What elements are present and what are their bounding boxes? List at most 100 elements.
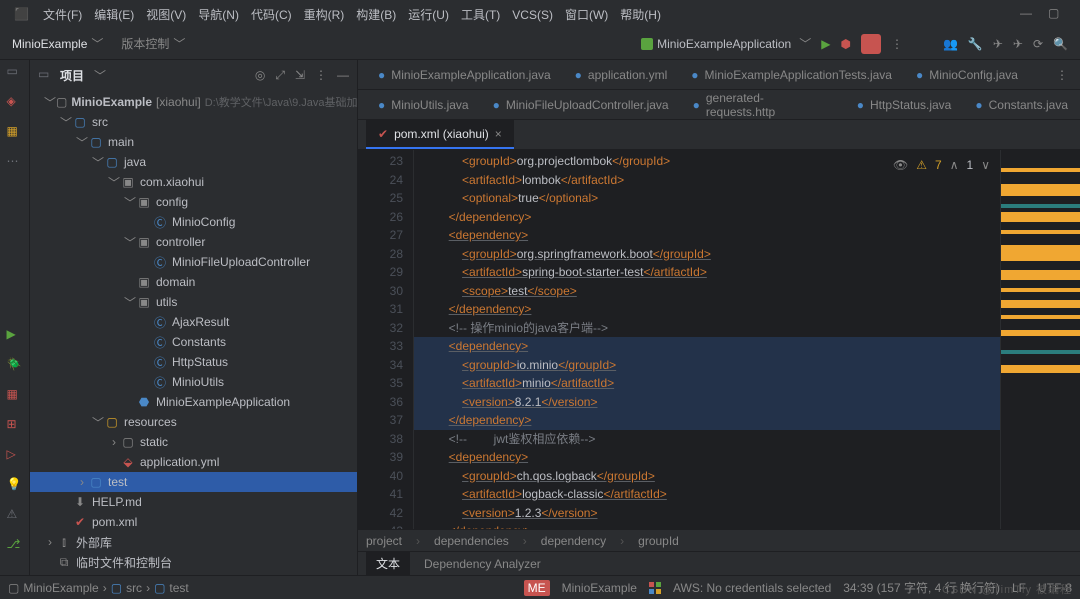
crumb[interactable]: dependency [541, 534, 606, 548]
profiler-tool-icon[interactable]: ⊞ [7, 417, 23, 433]
menu-item[interactable]: 导航(N) [192, 4, 245, 26]
menu-item[interactable]: 帮助(H) [614, 4, 667, 26]
structure-breadcrumb[interactable]: project›dependencies›dependency›groupId [358, 529, 1080, 551]
status-aws[interactable]: AWS: No credentials selected [673, 581, 831, 595]
menu-item[interactable]: 运行(U) [402, 4, 455, 26]
tree-row[interactable]: ⒸHttpStatus [30, 352, 357, 372]
send-icon[interactable]: ✈ [993, 37, 1003, 51]
nav-breadcrumb[interactable]: ▢MinioExample› ▢src› ▢test [8, 581, 189, 595]
code-line[interactable]: </dependency> [414, 522, 1000, 529]
code-line[interactable]: <artifactId>logback-classic</artifactId> [414, 485, 1000, 504]
code-line[interactable]: <dependency> [414, 337, 1000, 356]
menu-item[interactable]: 工具(T) [455, 4, 506, 26]
run-tool-icon[interactable]: ▶ [7, 327, 23, 343]
project-tree[interactable]: ﹀▢ MinioExample [xiaohui] D:\教学文件\Java\9… [30, 90, 357, 575]
editor-tab[interactable]: ●MinioFileUploadController.java [481, 90, 681, 119]
tree-row[interactable]: ⒸConstants [30, 332, 357, 352]
code-line[interactable]: <!-- jwt鉴权相应依赖--> [414, 430, 1000, 449]
code-line[interactable]: <optional>true</optional> [414, 189, 1000, 208]
menu-item[interactable]: 代码(C) [245, 4, 298, 26]
code-line[interactable]: <groupId>io.minio</groupId> [414, 356, 1000, 375]
tree-row[interactable]: ⬙application.yml [30, 452, 357, 472]
editor-tab-active[interactable]: ✔ pom.xml (xiaohui) × [366, 120, 514, 149]
tree-row[interactable]: ⒸAjaxResult [30, 312, 357, 332]
sub-tab-dependency-analyzer[interactable]: Dependency Analyzer [414, 553, 551, 575]
menu-item[interactable]: 重构(R) [298, 4, 351, 26]
tree-row[interactable]: ﹀▢java [30, 152, 357, 172]
project-selector[interactable]: MinioExample [12, 37, 87, 51]
structure-tool-icon[interactable]: ▦ [7, 124, 23, 140]
maximize-icon[interactable]: ▢ [1048, 6, 1064, 22]
tree-row[interactable]: ﹀▣controller [30, 232, 357, 252]
project-tool-icon[interactable]: ▭ [7, 64, 23, 80]
crumb[interactable]: groupId [638, 534, 679, 548]
code-line[interactable]: <scope>test</scope> [414, 282, 1000, 301]
tree-row[interactable]: ▣domain [30, 272, 357, 292]
code-line[interactable]: <artifactId>minio</artifactId> [414, 374, 1000, 393]
editor-tab[interactable]: ●MinioConfig.java [904, 60, 1030, 89]
terminal-tool-icon[interactable]: ▷ [7, 447, 23, 463]
ai-icon[interactable]: ✈ [1013, 37, 1023, 51]
editor-tab[interactable]: ●HttpStatus.java [845, 90, 964, 119]
code-line[interactable]: </dependency> [414, 208, 1000, 227]
run-configuration[interactable]: MinioExampleApplication﹀ [641, 35, 811, 52]
editor-tab[interactable]: ●MinioExampleApplication.java [366, 60, 563, 89]
stop-button[interactable] [861, 34, 881, 54]
tree-root[interactable]: ﹀▢ MinioExample [xiaohui] D:\教学文件\Java\9… [30, 92, 357, 112]
collapse-icon[interactable]: ⇲ [295, 68, 305, 83]
tree-row[interactable]: ›⫾外部库 [30, 532, 357, 552]
editor-tab[interactable]: ●MinioUtils.java [366, 90, 481, 119]
tree-row[interactable]: ⒸMinioConfig [30, 212, 357, 232]
tree-row[interactable]: ›▢static [30, 432, 357, 452]
tree-row[interactable]: ⬇HELP.md [30, 492, 357, 512]
debug-tool-icon[interactable]: 🪲 [7, 357, 23, 373]
code-line[interactable]: <groupId>org.springframework.boot</group… [414, 245, 1000, 264]
tree-row[interactable]: ﹀▢resources [30, 412, 357, 432]
code-line[interactable]: <dependency> [414, 226, 1000, 245]
editor-tab[interactable]: ●Constants.java [963, 90, 1080, 119]
menu-item[interactable]: 窗口(W) [559, 4, 614, 26]
services-tool-icon[interactable]: ▦ [7, 387, 23, 403]
tree-row[interactable]: ﹀▣config [30, 192, 357, 212]
vcs-selector[interactable]: 版本控制 [121, 35, 169, 52]
code-line[interactable]: <artifactId>spring-boot-starter-test</ar… [414, 263, 1000, 282]
tree-row[interactable]: ﹀▢src [30, 112, 357, 132]
tree-row[interactable]: ✔pom.xml [30, 512, 357, 532]
tree-row[interactable]: ﹀▣utils [30, 292, 357, 312]
tabs-more-icon[interactable]: ⋮ [1044, 68, 1080, 82]
code-line[interactable]: </dependency> [414, 300, 1000, 319]
tree-row[interactable]: ⒸMinioFileUploadController [30, 252, 357, 272]
code-line[interactable]: </dependency> [414, 411, 1000, 430]
bulb-tool-icon[interactable]: 💡 [7, 477, 23, 493]
expand-icon[interactable]: ⤢ [275, 68, 285, 83]
search-icon[interactable]: 🔍 [1053, 37, 1068, 51]
code-editor[interactable]: 23242526▶27282930313233💡3435363738▶39404… [358, 150, 1080, 529]
code-line[interactable]: <!-- 操作minio的java客户端--> [414, 319, 1000, 338]
sub-tab-text[interactable]: 文本 [366, 551, 410, 575]
code-line[interactable]: <version>1.2.3</version> [414, 504, 1000, 523]
editor-tab[interactable]: ●generated-requests.http [681, 90, 845, 119]
refresh-icon[interactable]: ⟳ [1033, 37, 1043, 51]
run-button[interactable]: ▶ [821, 37, 830, 51]
problems-tool-icon[interactable]: ⚠ [7, 507, 23, 523]
editor-tab[interactable]: ●MinioExampleApplicationTests.java [679, 60, 904, 89]
code-body[interactable]: 👁 ⚠7 ∧1 ∨ <groupId>org.projectlombok</gr… [414, 150, 1000, 529]
code-with-me-icon[interactable]: 👥 [943, 37, 958, 51]
menu-item[interactable]: 编辑(E) [88, 4, 140, 26]
close-tab-icon[interactable]: × [495, 127, 502, 141]
inspections-widget[interactable]: 👁 ⚠7 ∧1 ∨ [889, 154, 994, 177]
crumb[interactable]: dependencies [434, 534, 509, 548]
menu-item[interactable]: 视图(V) [140, 4, 192, 26]
code-line[interactable]: <dependency> [414, 448, 1000, 467]
tree-row[interactable]: ⒸMinioUtils [30, 372, 357, 392]
code-line[interactable]: <version>8.2.1</version> [414, 393, 1000, 412]
error-stripe[interactable] [1000, 150, 1080, 529]
tree-row[interactable]: ⬣MinioExampleApplication [30, 392, 357, 412]
menu-item[interactable]: 构建(B) [350, 4, 402, 26]
menu-item[interactable]: 文件(F) [37, 4, 88, 26]
tree-row[interactable]: ﹀▢main [30, 132, 357, 152]
hide-icon[interactable]: — [337, 68, 349, 83]
tree-row[interactable]: ⧉临时文件和控制台 [30, 552, 357, 572]
options-icon[interactable]: ⋮ [315, 68, 327, 83]
debug-button[interactable]: ⬢ [840, 37, 850, 51]
